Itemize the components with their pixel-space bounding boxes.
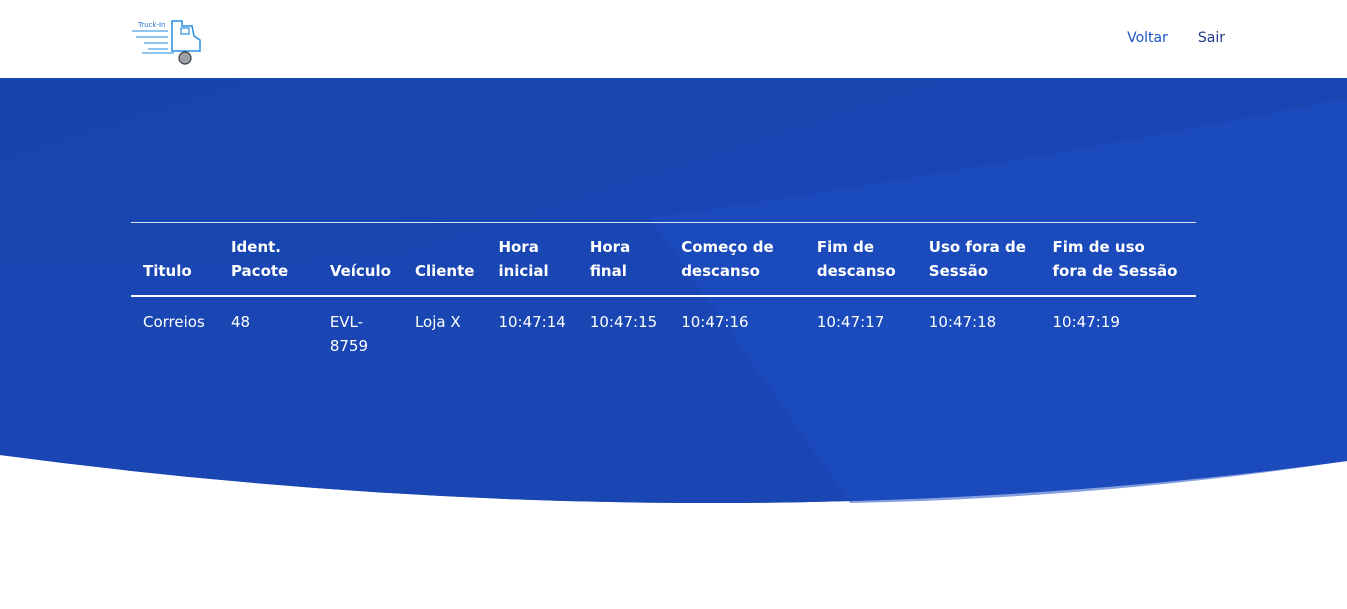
col-titulo: Titulo — [143, 262, 192, 280]
sair-link[interactable]: Sair — [1198, 29, 1225, 47]
navbar: Truck-In Voltar Sair — [0, 0, 1347, 78]
logo-text: Truck-In — [137, 21, 166, 29]
nav-links: Voltar Sair — [1127, 29, 1225, 47]
col-fim-descanso: Fim de descanso — [816, 238, 896, 280]
cell-hora-final: 10:47:15 — [589, 313, 658, 331]
col-fim-uso-fora-sessao: Fim de uso fora de Sessão — [1052, 238, 1178, 280]
voltar-link[interactable]: Voltar — [1127, 29, 1168, 47]
col-hora-final: Hora final — [589, 238, 631, 280]
col-comeco-descanso: Começo de descanso — [681, 238, 774, 280]
cell-cliente: Loja X — [414, 313, 461, 331]
table-header: Titulo Ident. Pacote Veículo Cliente Hor… — [131, 222, 1196, 296]
deliveries-table: Titulo Ident. Pacote Veículo Cliente Hor… — [131, 222, 1196, 370]
deliveries-table-wrapper: Titulo Ident. Pacote Veículo Cliente Hor… — [131, 222, 1196, 370]
cell-veiculo: EVL-8759 — [329, 313, 368, 355]
col-veiculo: Veículo — [329, 262, 391, 280]
col-ident-pacote: Ident. Pacote — [230, 238, 289, 280]
cell-uso-fora-sessao: 10:47:18 — [928, 313, 997, 331]
col-cliente: Cliente — [414, 262, 475, 280]
col-hora-inicial: Hora inicial — [498, 238, 549, 280]
truck-in-logo[interactable]: Truck-In — [130, 16, 204, 68]
cell-titulo: Correios — [143, 313, 205, 331]
truck-icon: Truck-In — [132, 20, 201, 65]
cell-fim-uso-fora-sessao: 10:47:19 — [1052, 313, 1120, 331]
cell-fim-descanso: 10:47:17 — [816, 313, 885, 331]
cell-hora-inicial: 10:47:14 — [498, 313, 566, 331]
table-row[interactable]: Correios 48 EVL-8759 Loja X 10:47:14 10:… — [131, 296, 1196, 370]
header-row: Titulo Ident. Pacote Veículo Cliente Hor… — [131, 222, 1196, 296]
col-uso-fora-sessao: Uso fora de Sessão — [928, 238, 1026, 280]
cell-comeco-descanso: 10:47:16 — [681, 313, 749, 331]
cell-ident-pacote: 48 — [230, 313, 251, 331]
table-body: Correios 48 EVL-8759 Loja X 10:47:14 10:… — [131, 296, 1196, 370]
